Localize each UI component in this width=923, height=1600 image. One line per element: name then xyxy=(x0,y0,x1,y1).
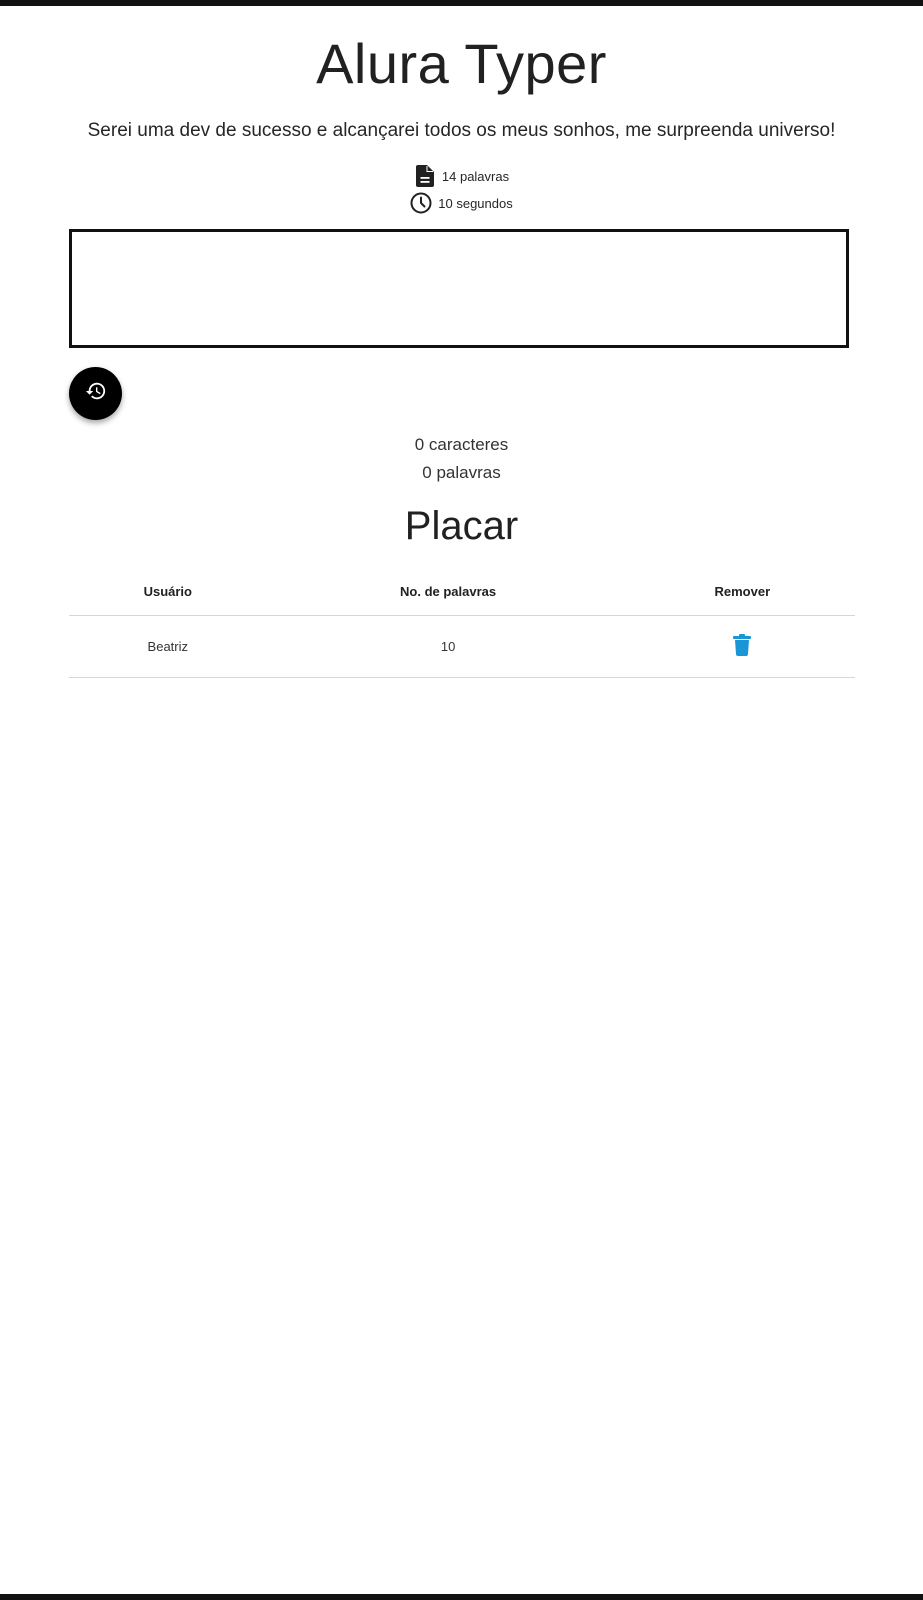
word-counter: 0 palavras xyxy=(422,463,501,482)
top-status-bar xyxy=(0,0,923,6)
trash-icon[interactable] xyxy=(733,634,752,659)
restart-button[interactable] xyxy=(69,367,122,420)
header-words: No. de palavras xyxy=(266,568,630,616)
character-counter: 0 caracteres xyxy=(414,435,509,454)
time-limit: 10 segundos xyxy=(0,192,923,214)
row-remove-cell xyxy=(629,615,855,678)
header-remove: Remover xyxy=(629,568,855,616)
clock-icon xyxy=(410,192,432,214)
typing-phrase: Serei uma dev de sucesso e alcançarei to… xyxy=(87,120,836,141)
history-icon xyxy=(85,380,107,407)
phrase-word-count: 14 palavras xyxy=(0,165,923,187)
table-header-row: Usuário No. de palavras Remover xyxy=(69,568,855,616)
app-title: Alura Typer xyxy=(316,32,607,95)
scoreboard-table: Usuário No. de palavras Remover Beatriz … xyxy=(69,568,855,678)
document-icon xyxy=(414,165,436,187)
header-user: Usuário xyxy=(69,568,267,616)
time-limit-label: 10 segundos xyxy=(438,195,513,211)
scoreboard-title: Placar xyxy=(404,504,519,548)
word-count-label: 14 palavras xyxy=(441,168,510,184)
row-user: Beatriz xyxy=(69,615,267,678)
typing-input[interactable] xyxy=(69,229,849,348)
row-words: 10 xyxy=(266,615,630,678)
table-row: Beatriz 10 xyxy=(69,615,855,678)
bottom-nav-bar xyxy=(0,1594,923,1600)
